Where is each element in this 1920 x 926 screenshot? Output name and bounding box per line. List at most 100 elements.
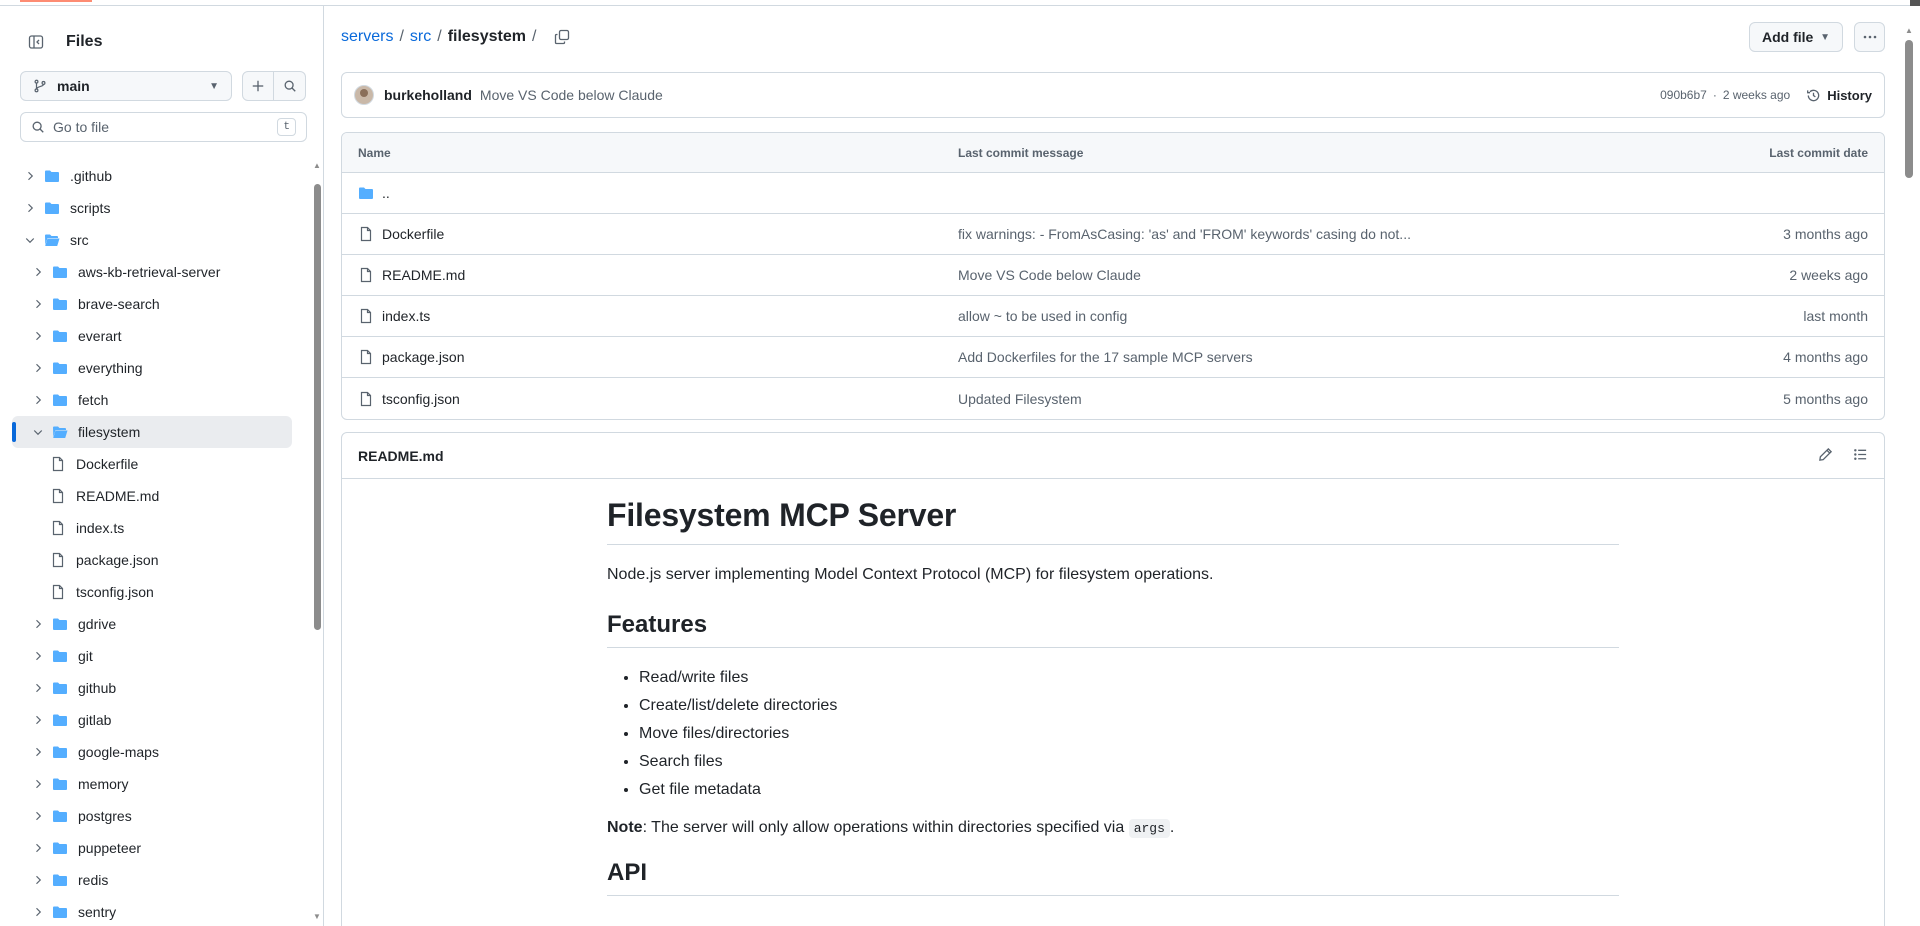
commit-message-cell[interactable]: fix warnings: - FromAsCasing: 'as' and '… [958, 226, 1658, 242]
avatar[interactable] [354, 85, 374, 105]
tree-item-label: tsconfig.json [76, 584, 154, 600]
copy-path-button[interactable] [554, 29, 570, 45]
chevron-down-icon[interactable] [30, 424, 46, 440]
chevron-right-icon[interactable] [30, 328, 46, 344]
folder-icon [52, 808, 70, 824]
file-name-link[interactable]: tsconfig.json [382, 391, 460, 407]
outline-button[interactable] [1853, 447, 1868, 465]
sidebar-scrollbar-thumb[interactable] [314, 184, 321, 630]
scroll-up-arrow-icon[interactable]: ▲ [313, 161, 321, 170]
commit-message-cell[interactable]: Move VS Code below Claude [958, 267, 1658, 283]
chevron-right-icon[interactable] [30, 808, 46, 824]
edit-file-button[interactable] [1818, 447, 1833, 465]
tree-folder-memory[interactable]: memory [12, 768, 292, 800]
commit-message-link[interactable]: Move VS Code below Claude [480, 87, 663, 103]
tree-folder-everything[interactable]: everything [12, 352, 292, 384]
scroll-down-arrow-icon[interactable]: ▼ [313, 912, 321, 921]
tree-folder-brave-search[interactable]: brave-search [12, 288, 292, 320]
tree-folder-google-maps[interactable]: google-maps [12, 736, 292, 768]
sidebar-header: Files [20, 26, 102, 58]
tree-file-index-ts[interactable]: index.ts [12, 512, 292, 544]
add-file-button[interactable]: Add file ▼ [1749, 22, 1843, 52]
table-row[interactable]: package.json Add Dockerfiles for the 17 s… [342, 337, 1884, 378]
more-options-button[interactable] [1854, 22, 1885, 52]
tree-file-tsconfig-json[interactable]: tsconfig.json [12, 576, 292, 608]
tree-folder-github[interactable]: .github [12, 160, 292, 192]
chevron-right-icon[interactable] [30, 616, 46, 632]
parent-directory-row[interactable]: .. [342, 173, 1884, 214]
tree-file-readme-md[interactable]: README.md [12, 480, 292, 512]
commit-message-cell[interactable]: Updated Filesystem [958, 391, 1658, 407]
collapse-sidebar-button[interactable] [20, 26, 52, 58]
tree-folder-fetch[interactable]: fetch [12, 384, 292, 416]
breadcrumb-repo-link[interactable]: servers [341, 28, 393, 46]
chevron-right-icon[interactable] [30, 296, 46, 312]
branch-selector[interactable]: main ▼ [20, 71, 232, 101]
tree-folder-filesystem[interactable]: filesystem [12, 416, 292, 448]
history-button[interactable]: History [1806, 88, 1872, 103]
tree-folder-scripts[interactable]: scripts [12, 192, 292, 224]
chevron-right-icon[interactable] [30, 264, 46, 280]
table-row[interactable]: README.md Move VS Code below Claude 2 week… [342, 255, 1884, 296]
tree-folder-postgres[interactable]: postgres [12, 800, 292, 832]
tree-file-dockerfile[interactable]: Dockerfile [12, 448, 292, 480]
go-to-file-input[interactable] [53, 119, 278, 135]
list-item: Get file metadata [639, 776, 1619, 804]
list-item: Search files [639, 748, 1619, 776]
tree-file-package-json[interactable]: package.json [12, 544, 292, 576]
tree-folder-src[interactable]: src [12, 224, 292, 256]
file-name-link[interactable]: README.md [382, 267, 465, 283]
readme-filename[interactable]: README.md [358, 448, 444, 464]
tree-folder-git[interactable]: git [12, 640, 292, 672]
readme-actions [1818, 447, 1868, 465]
chevron-right-icon[interactable] [30, 872, 46, 888]
chevron-right-icon[interactable] [22, 200, 38, 216]
tree-folder-everart[interactable]: everart [12, 320, 292, 352]
tree-folder-gitlab[interactable]: gitlab [12, 704, 292, 736]
breadcrumb-src-link[interactable]: src [410, 28, 431, 46]
tree-item-label: memory [78, 776, 129, 792]
tree-folder-redis[interactable]: redis [12, 864, 292, 896]
table-row[interactable]: Dockerfile fix warnings: - FromAsCasing: … [342, 214, 1884, 255]
commit-sha-link[interactable]: 090b6b7 [1660, 88, 1707, 102]
chevron-right-icon[interactable] [30, 776, 46, 792]
page-scroll-up-arrow-icon[interactable]: ▲ [1905, 26, 1913, 35]
breadcrumb-separator: / [531, 28, 537, 45]
search-code-button[interactable] [274, 71, 306, 101]
tree-folder-aws-kb-retrieval-server[interactable]: aws-kb-retrieval-server [12, 256, 292, 288]
commit-message-cell[interactable]: allow ~ to be used in config [958, 308, 1658, 324]
file-name-link[interactable]: package.json [382, 349, 465, 365]
file-name-link[interactable]: Dockerfile [382, 226, 444, 242]
commit-author-link[interactable]: burkeholland [384, 87, 472, 103]
tree-folder-github[interactable]: github [12, 672, 292, 704]
list-item: Read/write files [639, 664, 1619, 692]
chevron-right-icon[interactable] [22, 168, 38, 184]
latest-commit-bar: burkeholland Move VS Code below Claude 0… [341, 72, 1885, 118]
chevron-right-icon[interactable] [30, 840, 46, 856]
chevron-right-icon[interactable] [30, 712, 46, 728]
chevron-right-icon[interactable] [30, 904, 46, 920]
parent-directory-link[interactable]: .. [382, 185, 390, 201]
add-file-icon-button[interactable] [242, 71, 274, 101]
note-end: . [1169, 819, 1175, 836]
tree-folder-gdrive[interactable]: gdrive [12, 608, 292, 640]
chevron-right-icon[interactable] [30, 392, 46, 408]
chevron-right-icon[interactable] [30, 680, 46, 696]
readme-intro: Node.js server implementing Model Contex… [607, 566, 1214, 583]
file-name-link[interactable]: index.ts [382, 308, 430, 324]
commit-message-cell[interactable]: Add Dockerfiles for the 17 sample MCP se… [958, 349, 1658, 365]
page-scrollbar-thumb[interactable] [1905, 40, 1913, 178]
tree-folder-sentry[interactable]: sentry [12, 896, 292, 926]
chevron-right-icon[interactable] [30, 744, 46, 760]
chevron-right-icon[interactable] [30, 648, 46, 664]
folder-icon [359, 187, 373, 199]
chevron-down-icon[interactable] [22, 232, 38, 248]
table-row[interactable]: tsconfig.json Updated Filesystem 5 months … [342, 378, 1884, 419]
chevron-right-icon[interactable] [30, 360, 46, 376]
table-row[interactable]: index.ts allow ~ to be used in config last… [342, 296, 1884, 337]
tree-item-label: git [78, 648, 93, 664]
sidebar-controls: main ▼ [20, 71, 306, 101]
file-icon [50, 584, 68, 600]
go-to-file-field[interactable]: t [20, 112, 307, 142]
tree-folder-puppeteer[interactable]: puppeteer [12, 832, 292, 864]
